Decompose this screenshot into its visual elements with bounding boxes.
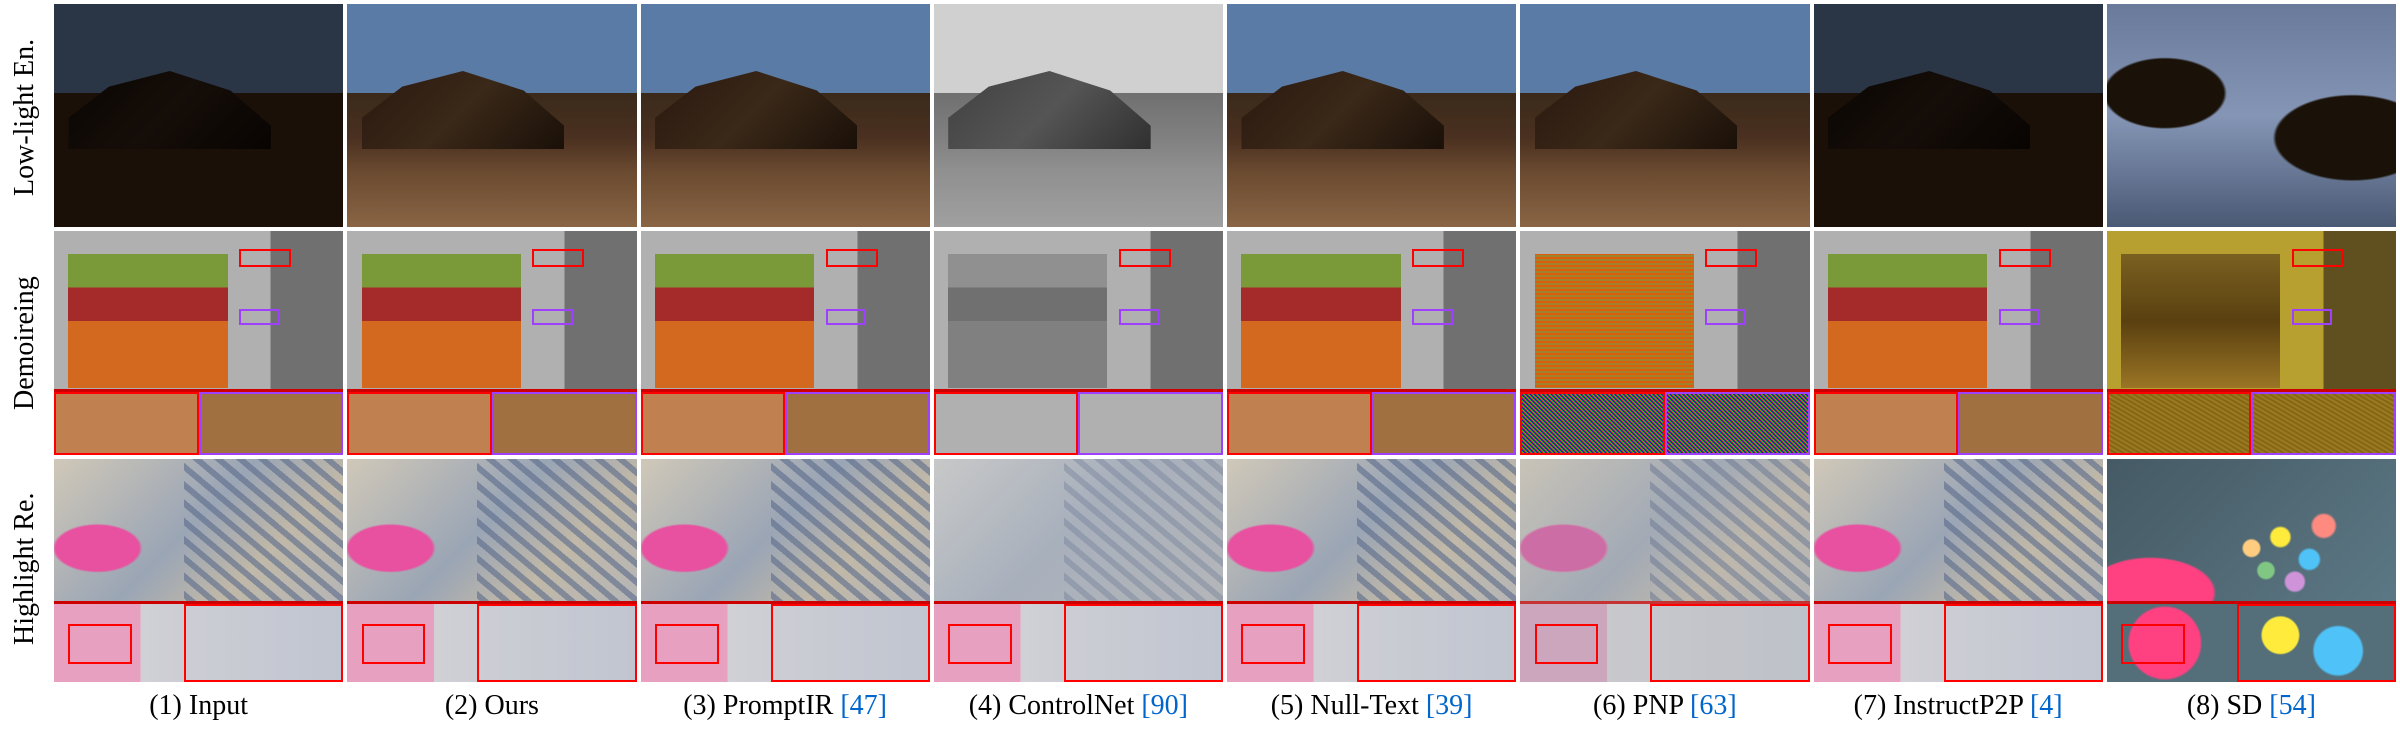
result-image bbox=[934, 459, 1223, 682]
image-cell bbox=[347, 4, 636, 227]
image-cell bbox=[1227, 459, 1516, 682]
result-image bbox=[347, 231, 636, 454]
result-image bbox=[934, 231, 1223, 454]
result-image bbox=[1814, 459, 2103, 682]
image-cell bbox=[54, 4, 343, 227]
image-cell bbox=[1814, 231, 2103, 454]
result-image bbox=[54, 4, 343, 227]
image-cell bbox=[934, 459, 1223, 682]
result-image bbox=[2107, 4, 2396, 227]
result-image bbox=[54, 231, 343, 454]
result-image bbox=[934, 4, 1223, 227]
result-image bbox=[1227, 4, 1516, 227]
result-image bbox=[1814, 4, 2103, 227]
caption-promptir: (3) PromptIR [47] bbox=[641, 690, 930, 728]
image-cell bbox=[934, 231, 1223, 454]
result-image bbox=[2107, 231, 2396, 454]
image-cell bbox=[1227, 4, 1516, 227]
image-cell bbox=[1814, 4, 2103, 227]
image-cell bbox=[641, 459, 930, 682]
image-grid bbox=[50, 0, 2400, 682]
result-image bbox=[1520, 4, 1809, 227]
row-label-demoireing: Demoireing bbox=[0, 230, 50, 456]
row-label-lowlight: Low-light En. bbox=[0, 4, 50, 230]
caption-instructp2p: (7) InstructP2P [4] bbox=[1814, 690, 2103, 728]
image-cell bbox=[1227, 231, 1516, 454]
image-cell bbox=[347, 459, 636, 682]
caption-input: (1) Input bbox=[54, 690, 343, 728]
image-cell bbox=[54, 231, 343, 454]
comparison-figure: Low-light En. Demoireing Highlight Re. bbox=[0, 0, 2400, 732]
result-image bbox=[1520, 231, 1809, 454]
result-image bbox=[641, 459, 930, 682]
caption-label: (1) Input bbox=[149, 690, 248, 721]
image-cell bbox=[1520, 459, 1809, 682]
caption-label: (5) Null-Text bbox=[1271, 690, 1426, 721]
image-cell bbox=[1814, 459, 2103, 682]
result-image bbox=[641, 231, 930, 454]
column-captions: (1) Input (2) Ours (3) PromptIR [47] (4)… bbox=[50, 682, 2400, 732]
caption-label: (4) ControlNet bbox=[969, 690, 1142, 721]
result-image bbox=[1814, 231, 2103, 454]
result-image bbox=[347, 4, 636, 227]
result-image bbox=[54, 459, 343, 682]
result-image bbox=[641, 4, 930, 227]
image-cell bbox=[2107, 4, 2396, 227]
row-labels-container: Low-light En. Demoireing Highlight Re. bbox=[0, 0, 50, 732]
caption-controlnet: (4) ControlNet [90] bbox=[934, 690, 1223, 728]
caption-pnp: (6) PNP [63] bbox=[1520, 690, 1809, 728]
image-cell bbox=[1520, 231, 1809, 454]
citation-ref: [4] bbox=[2030, 690, 2063, 721]
caption-nulltext: (5) Null-Text [39] bbox=[1227, 690, 1516, 728]
caption-sd: (8) SD [54] bbox=[2107, 690, 2396, 728]
image-cell bbox=[347, 231, 636, 454]
caption-label: (8) SD bbox=[2187, 690, 2269, 721]
row-label-highlight: Highlight Re. bbox=[0, 456, 50, 682]
caption-label: (6) PNP bbox=[1593, 690, 1690, 721]
image-cell bbox=[2107, 459, 2396, 682]
result-image bbox=[1227, 459, 1516, 682]
citation-ref: [90] bbox=[1141, 690, 1188, 721]
caption-label: (3) PromptIR bbox=[683, 690, 840, 721]
result-image bbox=[347, 459, 636, 682]
result-image bbox=[1520, 459, 1809, 682]
citation-ref: [47] bbox=[840, 690, 887, 721]
result-image bbox=[1227, 231, 1516, 454]
citation-ref: [39] bbox=[1426, 690, 1473, 721]
caption-label: (7) InstructP2P bbox=[1854, 690, 2030, 721]
citation-ref: [54] bbox=[2269, 690, 2316, 721]
image-cell bbox=[2107, 231, 2396, 454]
caption-label: (2) Ours bbox=[445, 690, 539, 721]
image-cell bbox=[1520, 4, 1809, 227]
result-image bbox=[2107, 459, 2396, 682]
image-cell bbox=[934, 4, 1223, 227]
grid-area: (1) Input (2) Ours (3) PromptIR [47] (4)… bbox=[50, 0, 2400, 732]
image-cell bbox=[54, 459, 343, 682]
image-cell bbox=[641, 4, 930, 227]
image-cell bbox=[641, 231, 930, 454]
caption-ours: (2) Ours bbox=[347, 690, 636, 728]
citation-ref: [63] bbox=[1690, 690, 1737, 721]
